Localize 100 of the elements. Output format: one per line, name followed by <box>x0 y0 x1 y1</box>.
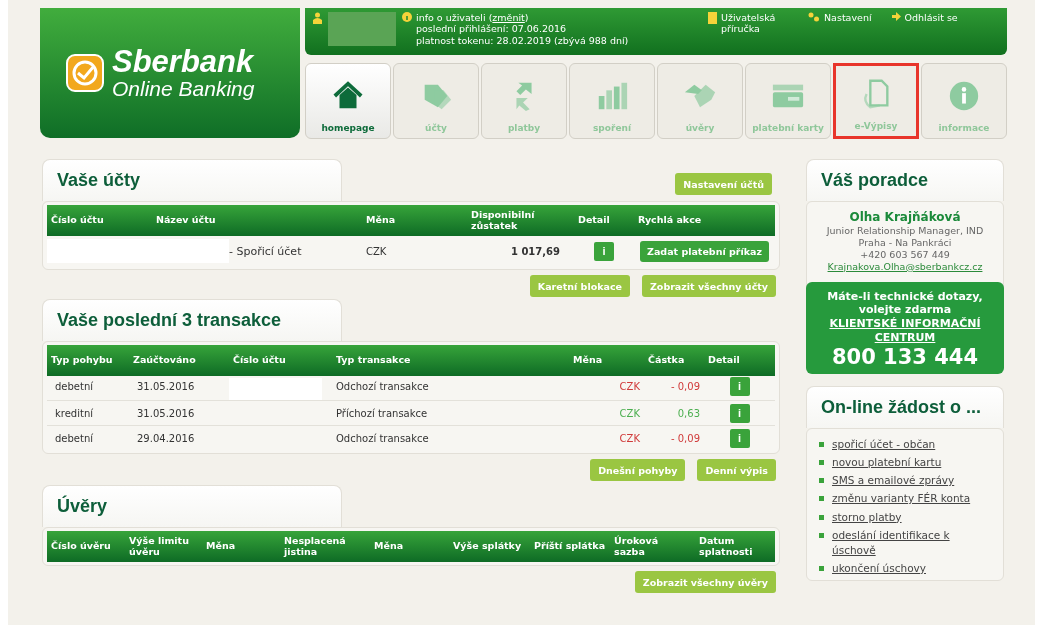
column-header: Příští splátka <box>533 541 607 552</box>
detail-button[interactable]: i <box>729 376 750 396</box>
bullet-icon <box>819 478 824 484</box>
table-cell-text: CZK <box>618 432 641 444</box>
column-header: Disponibilní zůstatek <box>470 210 536 231</box>
section-title: Váš poradce <box>806 159 1004 201</box>
table-cell-text: 29.04.2016 <box>136 432 196 444</box>
table-cell-text: CZK <box>618 407 641 419</box>
table-cell-text: 1 017,69 <box>509 245 561 257</box>
nav-tab[interactable]: platby <box>481 63 567 139</box>
nav-tab[interactable]: informace <box>921 63 1007 139</box>
table-cell-text: Odchozí transakce <box>335 380 430 392</box>
nav-tab[interactable]: homepage <box>305 63 391 139</box>
action-button[interactable]: Dnešní pohyby <box>590 459 686 481</box>
column-header: Měna <box>373 541 405 552</box>
section-title: Vaše poslední 3 transakce <box>42 299 342 341</box>
last-login-text: poslední přihlášení: 07.06.2016 <box>416 23 568 35</box>
section-title: Vaše účty <box>42 159 342 201</box>
advisor-branch: Praha - Na Pankráci <box>858 236 952 249</box>
column-header: Typ pohybu <box>50 355 114 366</box>
request-link[interactable]: spořicí účet - občan <box>832 436 936 452</box>
logout-link[interactable]: Odhlásit se <box>904 12 958 23</box>
table-cell-text: 31.05.2016 <box>136 380 196 392</box>
column-header: Měna <box>205 541 237 552</box>
bullet-icon <box>819 566 824 572</box>
nav-tab[interactable]: platební karty <box>745 63 831 139</box>
settings-link[interactable]: Nastavení <box>824 12 872 23</box>
table-cell-text: - 0,09 <box>669 380 701 392</box>
column-header: Měna <box>572 355 604 366</box>
nav-tab[interactable]: úvěry <box>657 63 743 139</box>
nav-tab[interactable]: e-Výpisy <box>833 63 919 139</box>
table-cell-text: debetní <box>54 432 95 444</box>
logo-name: Sberbank <box>112 45 255 77</box>
user-icon <box>313 12 322 24</box>
column-header: Úroková sazba <box>613 536 660 557</box>
table-cell-text: - 0,09 <box>669 432 701 444</box>
column-header: Detail <box>577 215 611 226</box>
bullet-icon <box>819 441 824 447</box>
bullet-icon <box>819 532 824 538</box>
table-cell-text: CZK <box>365 245 388 257</box>
advisor-email-link[interactable]: Krajnakova.Olha@sberbankcz.cz <box>827 260 983 273</box>
info-centre-link[interactable]: KLIENTSKÉ INFORMAČNÍ CENTRUM <box>812 317 998 345</box>
column-header: Zaúčtováno <box>132 355 197 366</box>
column-header: Částka <box>647 355 686 366</box>
column-header: Typ transakce <box>335 355 412 366</box>
bank-logo-icon <box>66 54 104 92</box>
detail-button[interactable]: i <box>729 403 750 423</box>
helpline-text: Máte-li technické dotazy, volejte zdarma <box>826 289 984 317</box>
table-cell-text: CZK <box>618 380 641 392</box>
table-cell-text: debetní <box>54 380 95 392</box>
redacted-name <box>328 12 396 46</box>
arrow-icon <box>891 12 901 21</box>
payment-order-button[interactable]: Zadat platební příkaz <box>640 240 769 262</box>
user-info-text: info o uživateli (změnit) <box>416 12 530 24</box>
column-header: Nesplacená jistina <box>282 536 347 557</box>
column-header: Výše splátky <box>452 541 523 552</box>
book-icon <box>708 12 717 24</box>
column-header: Číslo úvěru <box>50 541 112 552</box>
request-link[interactable]: ukončení úschovy <box>832 561 926 577</box>
detail-button[interactable]: i <box>594 241 614 261</box>
table-cell: - Spořicí účet <box>229 244 302 258</box>
action-button[interactable]: Karetní blokace <box>529 275 630 297</box>
request-link[interactable]: storno platby <box>832 509 902 525</box>
section-title: On-line žádost o ... <box>806 385 1004 428</box>
nav-tab[interactable]: spoření <box>569 63 655 139</box>
action-button[interactable]: Zobrazit všechny účty <box>641 275 776 297</box>
request-link[interactable]: SMS a emailové zprávy <box>832 473 955 489</box>
bullet-icon <box>819 514 824 520</box>
column-header: Číslo účtu <box>232 355 287 366</box>
column-header: Název účtu <box>155 215 217 226</box>
section-title: Úvěry <box>42 485 342 527</box>
nav-tab[interactable]: účty <box>393 63 479 139</box>
table-cell-text: kreditní <box>54 407 94 419</box>
column-header: Rychlá akce <box>637 215 703 226</box>
table-cell-text: 0,63 <box>676 407 701 419</box>
action-button[interactable]: Denní výpis <box>697 459 776 481</box>
logo-subtitle: Online Banking <box>112 76 255 101</box>
account-settings-button[interactable]: Nastavení účtů <box>675 173 772 195</box>
bullet-icon <box>819 496 824 502</box>
request-link[interactable]: novou platební kartu <box>832 454 942 471</box>
detail-button[interactable]: i <box>729 428 750 448</box>
request-link[interactable]: změnu varianty FÉR konta <box>832 491 971 507</box>
token-validity-text: platnost tokenu: 28.02.2019 (zbývá 988 dní) <box>416 34 629 47</box>
bullet-icon <box>819 459 824 465</box>
column-header: Výše limitu úvěru <box>128 536 190 557</box>
table-cell-text: 31.05.2016 <box>136 407 196 419</box>
column-header: Číslo účtu <box>50 215 105 226</box>
change-link[interactable]: změnit <box>492 12 525 23</box>
gears-icon <box>808 12 820 22</box>
advisor-phone: +420 603 567 449 <box>860 248 950 261</box>
advisor-role: Junior Relationship Manager, IND <box>826 225 984 237</box>
info-icon <box>402 12 412 22</box>
info-icon <box>947 79 981 113</box>
action-button[interactable]: Zobrazit všechny úvěry <box>634 571 776 593</box>
helpline-phone: 800 133 444 <box>831 344 979 370</box>
table-cell-text: Odchozí transakce <box>335 432 430 444</box>
table-cell-text: Příchozí transakce <box>335 407 429 419</box>
column-header: Detail <box>707 355 741 366</box>
user-manual-link[interactable]: Uživatelská příručka <box>721 12 788 34</box>
column-header: Měna <box>365 215 397 226</box>
